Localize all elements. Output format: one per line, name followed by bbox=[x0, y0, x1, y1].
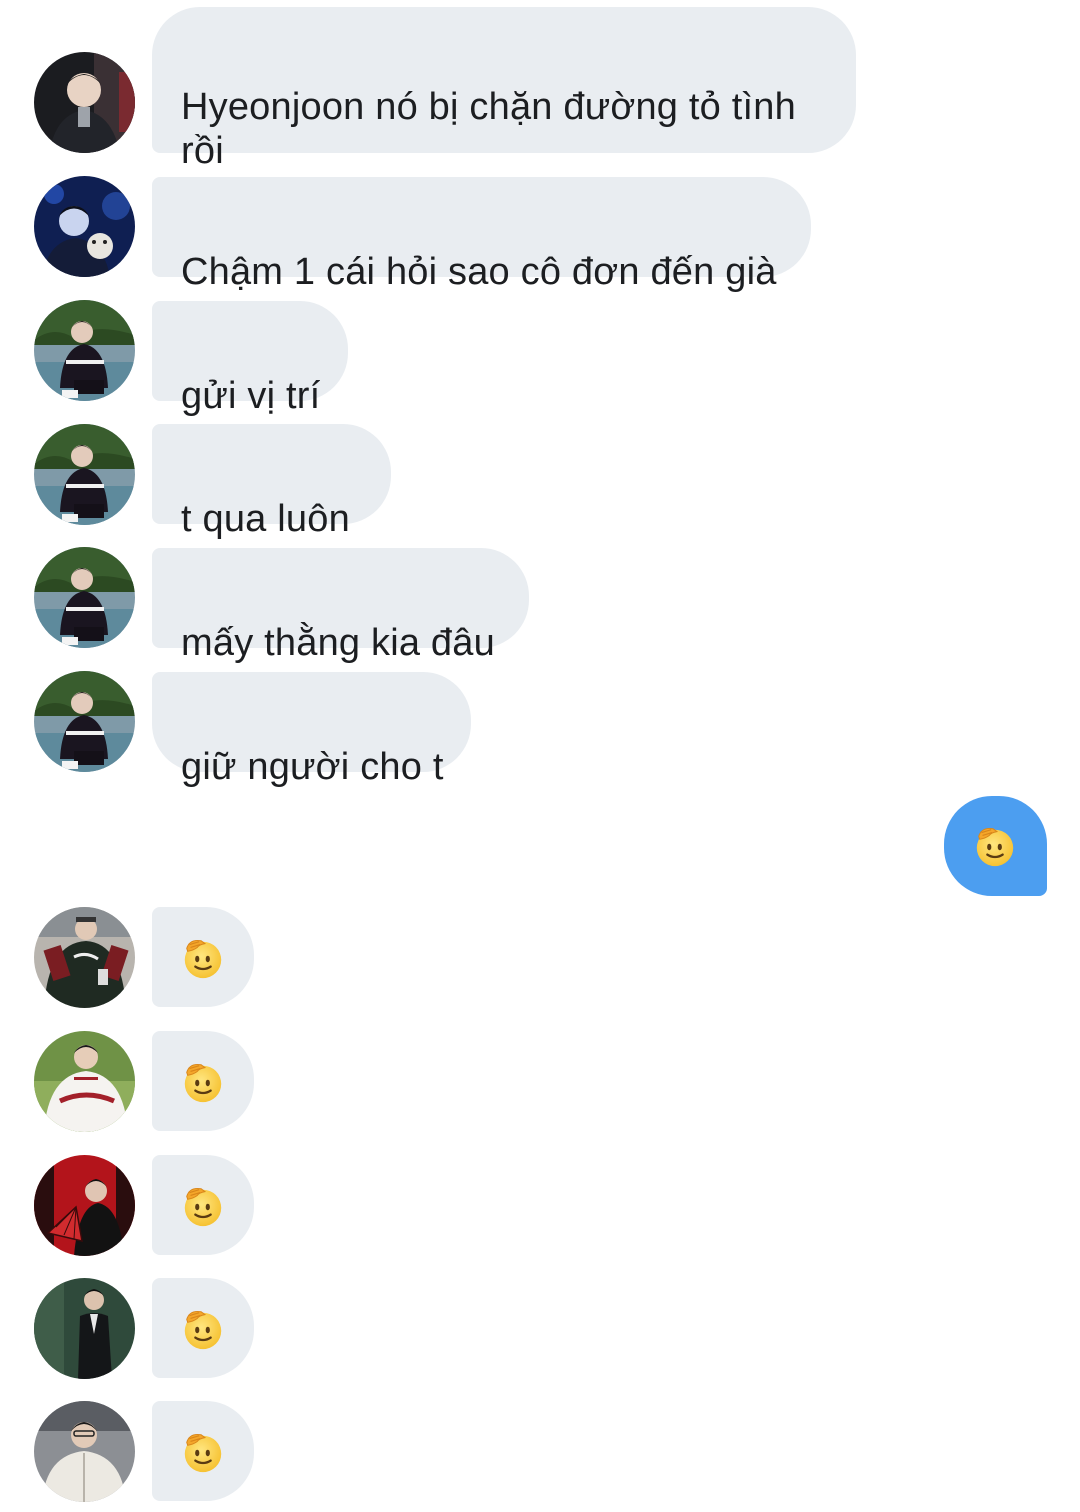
message-bubble[interactable]: Hyeonjoon nó bị chặn đường tỏ tình rồi bbox=[152, 7, 856, 172]
avatar-outdoor-field bbox=[34, 547, 135, 648]
message-text: t qua luôn bbox=[181, 498, 350, 540]
avatar[interactable] bbox=[34, 1278, 135, 1379]
emoji-message[interactable] bbox=[152, 1401, 254, 1501]
saluting-face-icon bbox=[183, 1433, 223, 1474]
message-bubble[interactable]: giữ người cho t bbox=[152, 672, 471, 788]
avatar[interactable] bbox=[34, 1031, 135, 1132]
saluting-face-icon bbox=[183, 1187, 223, 1228]
avatar-red-fan bbox=[34, 1155, 135, 1256]
message-text: gửi vị trí bbox=[181, 375, 321, 417]
message-bubble[interactable]: t qua luôn bbox=[152, 424, 391, 540]
avatar[interactable] bbox=[34, 907, 135, 1008]
emoji-message[interactable] bbox=[152, 1155, 254, 1255]
avatar-outdoor-field bbox=[34, 300, 135, 401]
avatar-dark-jacket bbox=[34, 52, 135, 153]
emoji-message[interactable] bbox=[152, 1031, 254, 1131]
avatar-blue-stage bbox=[34, 176, 135, 277]
saluting-face-icon bbox=[183, 1310, 223, 1351]
message-text: giữ người cho t bbox=[181, 746, 444, 788]
avatar-dark-suit bbox=[34, 1278, 135, 1379]
avatar-baseball-jacket bbox=[34, 907, 135, 1008]
avatar-outdoor-field bbox=[34, 424, 135, 525]
emoji-message[interactable] bbox=[152, 907, 254, 1007]
avatar[interactable] bbox=[34, 176, 135, 277]
message-text: mấy thằng kia đâu bbox=[181, 622, 495, 664]
saluting-face-icon bbox=[183, 939, 223, 980]
outgoing-emoji-message[interactable] bbox=[944, 796, 1047, 896]
avatar[interactable] bbox=[34, 1155, 135, 1256]
message-bubble[interactable]: Chậm 1 cái hỏi sao cô đơn đến già bbox=[152, 177, 811, 293]
saluting-face-icon bbox=[183, 1063, 223, 1104]
avatar[interactable] bbox=[34, 424, 135, 525]
avatar[interactable] bbox=[34, 1401, 135, 1502]
avatar-white-fleece bbox=[34, 1401, 135, 1502]
avatar[interactable] bbox=[34, 671, 135, 772]
emoji-message[interactable] bbox=[152, 1278, 254, 1378]
avatar[interactable] bbox=[34, 52, 135, 153]
saluting-face-icon bbox=[975, 827, 1015, 868]
message-bubble[interactable]: gửi vị trí bbox=[152, 301, 348, 417]
message-text: Hyeonjoon nó bị chặn đường tỏ tình rồi bbox=[181, 86, 796, 172]
avatar-outdoor-field bbox=[34, 671, 135, 772]
avatar-white-jersey bbox=[34, 1031, 135, 1132]
avatar[interactable] bbox=[34, 300, 135, 401]
message-text: Chậm 1 cái hỏi sao cô đơn đến già bbox=[181, 251, 777, 293]
message-bubble[interactable]: mấy thằng kia đâu bbox=[152, 548, 529, 664]
avatar[interactable] bbox=[34, 547, 135, 648]
